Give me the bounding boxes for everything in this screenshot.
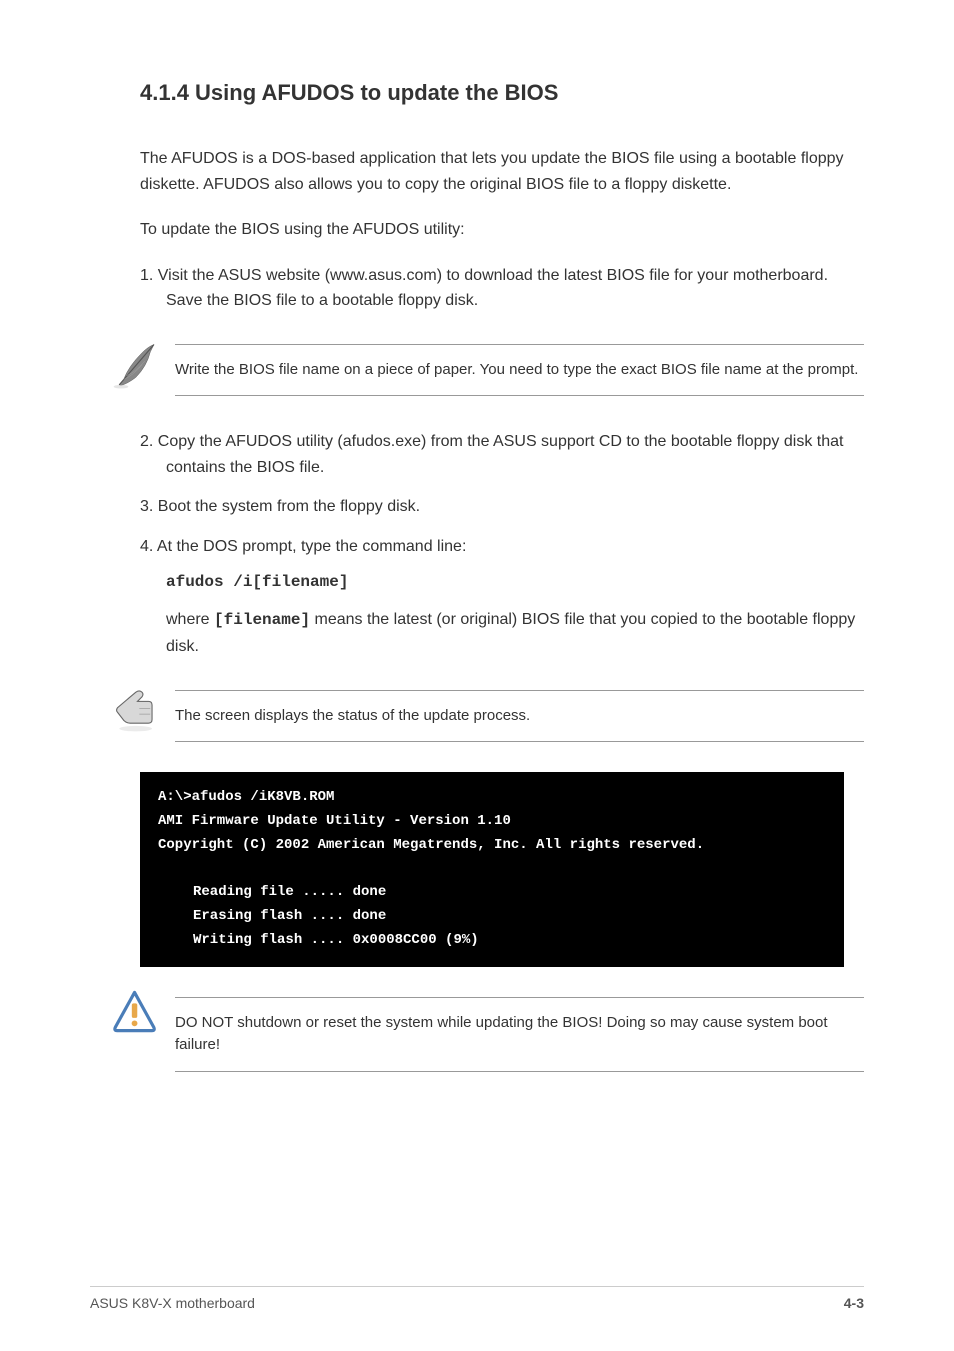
note-block-filename: Write the BIOS file name on a piece of p… <box>110 334 864 399</box>
filename-desc-pre: where <box>166 611 214 628</box>
step-4: 4. At the DOS prompt, type the command l… <box>166 534 864 560</box>
page-footer: ASUS K8V-X motherboard 4-3 <box>90 1286 864 1311</box>
terminal-line: Reading file ..... done <box>158 881 826 905</box>
command-syntax: afudos /i[filename] <box>166 573 864 591</box>
caution-block: DO NOT shutdown or reset the system whil… <box>110 987 864 1072</box>
terminal-line: A:\>afudos /iK8VB.ROM <box>158 786 826 810</box>
section-heading: 4.1.4 Using AFUDOS to update the BIOS <box>140 80 864 106</box>
intro-paragraph: The AFUDOS is a DOS-based application th… <box>140 146 864 197</box>
filename-description: where [filename] means the latest (or or… <box>166 607 864 659</box>
caution-content: DO NOT shutdown or reset the system whil… <box>175 997 864 1072</box>
filename-placeholder: [filename] <box>214 611 310 629</box>
instruction-lead: To update the BIOS using the AFUDOS util… <box>140 217 864 243</box>
caution-icon <box>110 987 175 1042</box>
note-block-status: The screen displays the status of the up… <box>110 680 864 743</box>
terminal-output: A:\>afudos /iK8VB.ROM AMI Firmware Updat… <box>140 772 844 967</box>
step-2: 2. Copy the AFUDOS utility (afudos.exe) … <box>166 429 864 480</box>
hand-icon <box>110 680 175 740</box>
note-content: The screen displays the status of the up… <box>175 690 864 743</box>
terminal-line: Erasing flash .... done <box>158 905 826 929</box>
footer-page-number: 4-3 <box>844 1295 864 1311</box>
footer-left: ASUS K8V-X motherboard <box>90 1295 255 1311</box>
step-1: 1. Visit the ASUS website (www.asus.com)… <box>166 263 864 314</box>
step-3: 3. Boot the system from the floppy disk. <box>166 494 864 520</box>
note-content: Write the BIOS file name on a piece of p… <box>175 344 864 397</box>
terminal-line: Writing flash .... 0x0008CC00 (9%) <box>158 929 826 953</box>
feather-icon <box>110 334 175 399</box>
terminal-line: Copyright (C) 2002 American Megatrends, … <box>158 834 826 858</box>
terminal-line: AMI Firmware Update Utility - Version 1.… <box>158 810 826 834</box>
